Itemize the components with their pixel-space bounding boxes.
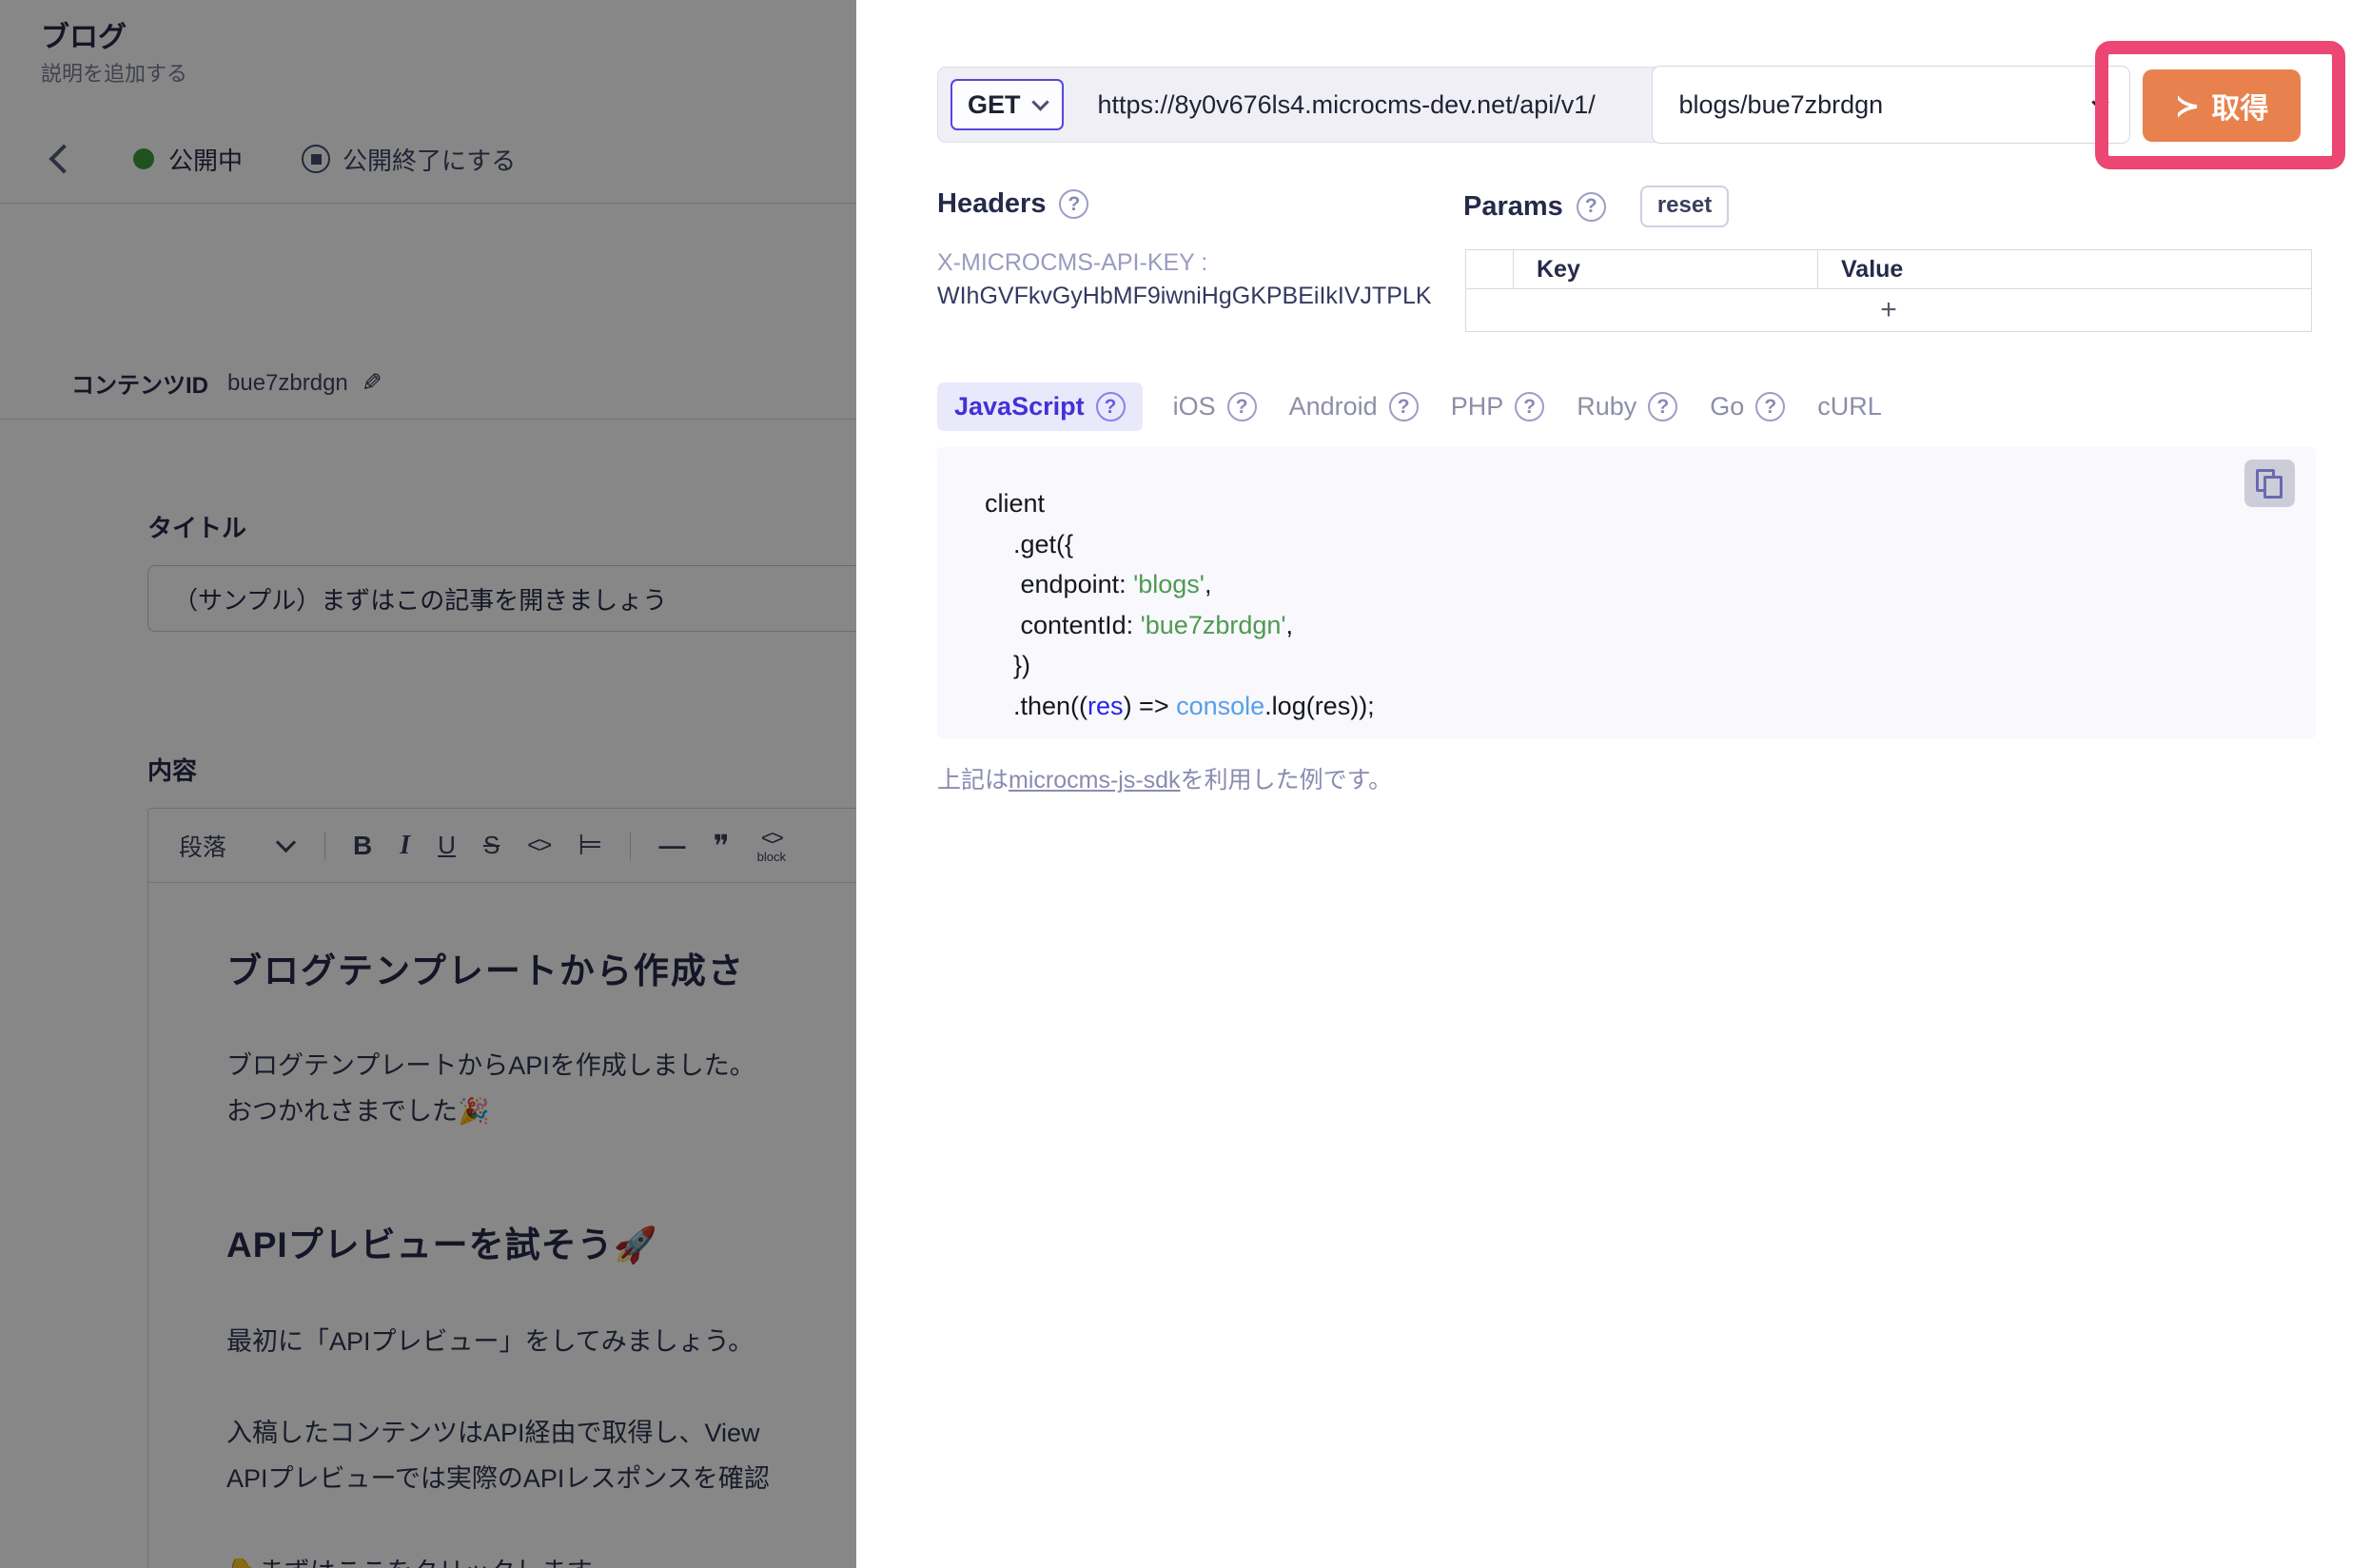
headers-section-title: Headers ? [937, 188, 1088, 220]
chevron-down-icon [1031, 93, 1048, 110]
plus-icon: + [1880, 294, 1897, 326]
endpoint-select[interactable]: blogs/bue7zbrdgn [1652, 66, 2130, 144]
reset-params-button[interactable]: reset [1640, 186, 1729, 227]
http-method-select[interactable]: GET [950, 79, 1064, 130]
code-sample-block: client .get({ endpoint: 'blogs', content… [937, 447, 2316, 738]
language-tabs: JavaScript ? iOS ? Android ? PHP ? Ruby … [937, 382, 1884, 431]
params-value-column-header: Value [1818, 250, 2311, 288]
params-table-header: Key Value [1466, 250, 2311, 289]
endpoint-path-value: blogs/bue7zbrdgn [1679, 90, 1884, 120]
code-sample: client .get({ endpoint: 'blogs', content… [985, 483, 1375, 726]
fetch-button-label: 取得 [2211, 85, 2268, 127]
help-icon[interactable]: ? [1389, 392, 1419, 421]
params-table: Key Value + [1465, 249, 2312, 332]
params-section-title: Params ? reset [1463, 186, 1729, 227]
tab-ios[interactable]: iOS ? [1171, 382, 1259, 431]
help-icon[interactable]: ? [1059, 189, 1088, 219]
tab-android[interactable]: Android ? [1287, 382, 1421, 431]
copy-icon [2256, 469, 2284, 498]
params-key-column-header: Key [1514, 250, 1818, 288]
request-url-bar: GET https://8y0v676ls4.microcms-dev.net/… [937, 67, 2129, 143]
help-icon[interactable]: ? [1096, 392, 1126, 421]
api-key-header-name: X-MICROCMS-API-KEY : [937, 249, 1207, 277]
help-icon[interactable]: ? [1648, 392, 1677, 421]
api-preview-panel: GET https://8y0v676ls4.microcms-dev.net/… [856, 0, 2371, 1568]
send-icon: ≻ [2175, 88, 2201, 124]
help-icon[interactable]: ? [1227, 392, 1257, 421]
params-checkbox-column [1466, 250, 1514, 288]
http-method-value: GET [968, 90, 1021, 120]
modal-dim-overlay [0, 0, 856, 1568]
tab-php[interactable]: PHP ? [1449, 382, 1547, 431]
api-key-header-value: WIhGVFkvGyHbMF9iwniHgGKPBEiIkIVJTPLK [937, 283, 1432, 310]
base-url-text: https://8y0v676ls4.microcms-dev.net/api/… [1064, 90, 1652, 120]
help-icon[interactable]: ? [1577, 192, 1606, 222]
tab-ruby[interactable]: Ruby ? [1575, 382, 1679, 431]
sdk-link[interactable]: microcms-js-sdk [1009, 767, 1181, 794]
content-editor-panel: ブログ 説明を追加する 公開中 公開終了にする コンテンツID bue7zbrd… [0, 0, 856, 1568]
help-icon[interactable]: ? [1755, 392, 1785, 421]
tab-curl[interactable]: cURL [1815, 382, 1884, 431]
help-icon[interactable]: ? [1515, 392, 1544, 421]
copy-code-button[interactable] [2244, 460, 2295, 507]
add-param-button[interactable]: + [1466, 289, 2311, 331]
fetch-button[interactable]: ≻ 取得 [2143, 69, 2301, 142]
sdk-note: 上記はmicrocms-js-sdkを利用した例です。 [937, 761, 1392, 795]
tab-javascript[interactable]: JavaScript ? [937, 382, 1143, 431]
tab-go[interactable]: Go ? [1708, 382, 1787, 431]
